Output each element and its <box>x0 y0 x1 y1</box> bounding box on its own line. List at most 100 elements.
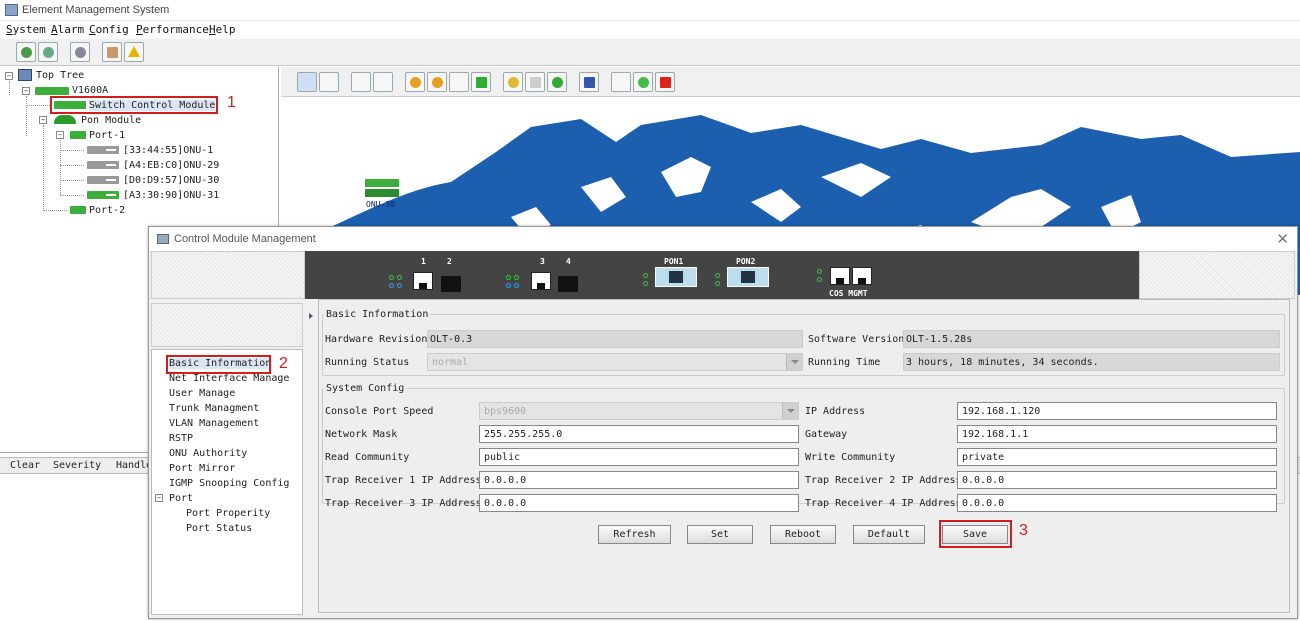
default-button[interactable]: Default <box>853 525 925 544</box>
trap-receiver-3-label: Trap Receiver 3 IP Address <box>325 498 482 509</box>
map-onu-icon[interactable] <box>365 189 399 197</box>
map-device-label: ONU-30 <box>366 200 395 209</box>
tree-root-icon <box>18 69 32 81</box>
alarm-col-handle[interactable]: Handle <box>116 460 152 471</box>
led-icon <box>643 273 648 278</box>
pon2-port[interactable] <box>727 267 769 287</box>
layout-icon[interactable] <box>373 72 393 92</box>
edit-icon[interactable] <box>503 72 523 92</box>
zoom-in-icon[interactable] <box>405 72 425 92</box>
console-speed-label: Console Port Speed <box>325 406 434 417</box>
globe-icon[interactable] <box>16 42 36 62</box>
ethernet-port-1[interactable] <box>413 272 433 290</box>
led-icon <box>817 269 822 274</box>
menu-config[interactable]: Config <box>89 23 129 36</box>
collapse-icon[interactable]: − <box>39 116 47 124</box>
tree-pon-module[interactable]: Pon Module <box>81 115 141 126</box>
gateway-input[interactable]: 192.168.1.1 <box>957 425 1277 443</box>
chevron-down-icon <box>786 354 802 370</box>
write-community-label: Write Community <box>805 452 896 463</box>
tree-onu-item[interactable]: [A4:EB:C0]ONU-29 <box>123 160 219 171</box>
collapse-icon[interactable]: − <box>5 72 13 80</box>
tree-port-1[interactable]: Port-1 <box>89 130 125 141</box>
device-front-panel: 1 2 3 4 PON1 PON2 COS MGMT <box>305 251 1139 299</box>
menu-alarm[interactable]: Alarm <box>51 23 84 36</box>
menu-item-user-manage[interactable]: User Manage <box>169 388 235 399</box>
led-icon <box>817 277 822 282</box>
cos-port[interactable] <box>830 267 850 285</box>
pon1-port[interactable] <box>655 267 697 287</box>
running-time-label: Running Time <box>808 357 881 368</box>
ip-address-input[interactable]: 192.168.1.120 <box>957 402 1277 420</box>
hardware-revision-label: Hardware Revision <box>325 334 428 345</box>
report-icon[interactable] <box>102 42 122 62</box>
sfp-port-2[interactable] <box>441 276 461 292</box>
tree-root-label[interactable]: Top Tree <box>36 70 84 81</box>
trap-receiver-4-label: Trap Receiver 4 IP Address <box>805 498 962 509</box>
tree-onu-item[interactable]: [D0:D9:57]ONU-30 <box>123 175 219 186</box>
menu-item-vlan[interactable]: VLAN Management <box>169 418 259 429</box>
led-icon <box>506 275 511 280</box>
pointer-icon[interactable] <box>297 72 317 92</box>
alarm-col-severity[interactable]: Severity <box>53 460 101 471</box>
menu-performance[interactable]: Performance <box>136 23 209 36</box>
mgmt-port[interactable] <box>852 267 872 285</box>
map-onu-icon[interactable] <box>365 179 399 187</box>
menu-item-port-mirror[interactable]: Port Mirror <box>169 463 235 474</box>
menu-item-trunk[interactable]: Trunk Managment <box>169 403 259 414</box>
panel-filler-right <box>1139 251 1295 299</box>
tree-onu-item[interactable]: [33:44:55]ONU-1 <box>123 145 213 156</box>
tree-onu-item[interactable]: [A3:30:90]ONU-31 <box>123 190 219 201</box>
menu-system[interactable]: System <box>6 23 46 36</box>
fit-icon[interactable] <box>449 72 469 92</box>
refresh-icon[interactable] <box>547 72 567 92</box>
trap-receiver-2-input[interactable]: 0.0.0.0 <box>957 471 1277 489</box>
reboot-button[interactable]: Reboot <box>770 525 836 544</box>
tree-olt-label[interactable]: V1600A <box>72 85 108 96</box>
close-icon[interactable]: ✕ <box>1276 230 1289 248</box>
alarm-col-clear[interactable]: Clear <box>10 460 40 471</box>
zoom-out-icon[interactable] <box>427 72 447 92</box>
add-icon[interactable] <box>633 72 653 92</box>
collapse-icon[interactable]: − <box>155 494 163 502</box>
trap-receiver-4-input[interactable]: 0.0.0.0 <box>957 494 1277 512</box>
sfp-port-4[interactable] <box>558 276 578 292</box>
collapse-icon[interactable]: − <box>56 131 64 139</box>
print-icon[interactable] <box>351 72 371 92</box>
menu-item-igmp[interactable]: IGMP Snooping Config <box>169 478 289 489</box>
menu-item-rstp[interactable]: RSTP <box>169 433 193 444</box>
menu-item-port-status[interactable]: Port Status <box>186 523 252 534</box>
basic-information-panel: Basic Information Hardware Revision OLT-… <box>318 299 1290 613</box>
grid-icon[interactable] <box>471 72 491 92</box>
delete-icon[interactable] <box>655 72 675 92</box>
pon1-label: PON1 <box>664 257 684 266</box>
read-community-input[interactable]: public <box>479 448 799 466</box>
device-icon[interactable] <box>579 72 599 92</box>
ethernet-port-3[interactable] <box>531 272 551 290</box>
annotation-number-3: 3 <box>1019 522 1028 539</box>
trap-receiver-3-input[interactable]: 0.0.0.0 <box>479 494 799 512</box>
network-mask-input[interactable]: 255.255.255.0 <box>479 425 799 443</box>
annotation-box-1 <box>50 96 218 114</box>
onu-icon <box>87 161 119 169</box>
trap-receiver-1-input[interactable]: 0.0.0.0 <box>479 471 799 489</box>
write-community-input[interactable]: private <box>957 448 1277 466</box>
menu-item-net-interface[interactable]: Net Interface Manage <box>169 373 289 384</box>
hand-icon[interactable] <box>319 72 339 92</box>
splitter-arrow-icon[interactable] <box>309 313 313 319</box>
menu-item-onu-authority[interactable]: ONU Authority <box>169 448 247 459</box>
dialog-titlebar: Control Module Management ✕ <box>149 227 1297 251</box>
topology-icon[interactable] <box>38 42 58 62</box>
set-button[interactable]: Set <box>687 525 753 544</box>
refresh-button[interactable]: Refresh <box>598 525 671 544</box>
dialog-icon <box>157 234 169 244</box>
tree-port-2[interactable]: Port-2 <box>89 205 125 216</box>
menu-help[interactable]: Help <box>209 23 236 36</box>
gear-icon[interactable] <box>70 42 90 62</box>
warning-icon[interactable] <box>124 42 144 62</box>
map-toolbar <box>281 67 1300 97</box>
collapse-icon[interactable]: − <box>22 87 30 95</box>
menu-item-port-property[interactable]: Port Properity <box>186 508 270 519</box>
line-icon[interactable] <box>611 72 631 92</box>
menu-group-port[interactable]: Port <box>169 493 193 504</box>
